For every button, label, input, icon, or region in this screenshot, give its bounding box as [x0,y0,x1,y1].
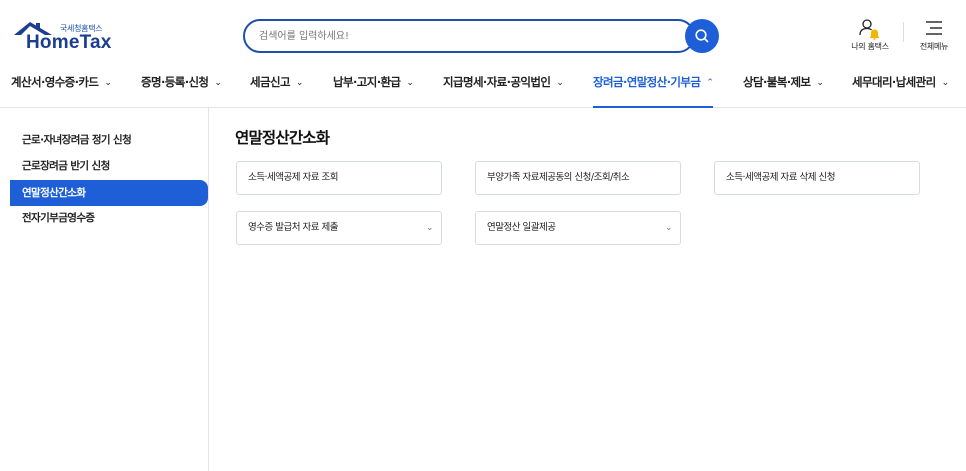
card-label: 소득·세액공제 자료 조회 [248,172,338,183]
nav-item-label: 증명·등록·신청 [141,75,209,89]
nav-item-label: 세금신고 [250,75,291,89]
chevron-down-icon: ⌄ [664,223,673,233]
chevron-up-icon: ⌃ [706,78,714,88]
nav-item-label: 상담·불복·제보 [743,75,811,89]
all-menu-label: 전체메뉴 [919,42,949,51]
yearend-bulk-provide-dropdown[interactable]: 연말정산 일괄제공 ⌄ [475,211,681,245]
nav-item-certificate[interactable]: 증명·등록·신청 ⌄ [141,74,222,107]
nav-item-consultation[interactable]: 상담·불복·제보 ⌄ [743,74,824,107]
chevron-down-icon: ⌄ [816,78,824,88]
nav-item-label: 세무대리·납세관리 [852,75,936,89]
page-title: 연말정산간소화 [235,129,330,147]
search-icon [695,29,709,43]
my-hometax-label: 나의 홈택스 [851,42,889,51]
sidebar-item-yearend-simplified[interactable]: 연말정산간소화 [10,180,208,206]
sidebar-item-donation-receipt[interactable]: 전자기부금영수증 [10,205,208,231]
nav-item-incentive-yearend[interactable]: 장려금·연말정산·기부금 ⌃ [593,74,714,108]
chevron-down-icon: ⌄ [406,78,414,88]
dependent-consent-button[interactable]: 부양가족 자료제공동의 신청/조회/취소 [475,161,681,195]
sidebar-item-incentive-half[interactable]: 근로장려금 반기 신청 [10,153,208,179]
chevron-down-icon: ⌄ [941,78,950,88]
chevron-down-icon: ⌄ [425,223,434,233]
chevron-down-icon: ⌄ [295,78,304,88]
nav-item-label: 지급명세·자료·공익법인 [443,75,551,89]
card-label: 부양가족 자료제공동의 신청/조회/취소 [487,172,630,183]
nav-item-label: 납부·고지·환급 [333,75,401,89]
nav-item-payment-statement[interactable]: 지급명세·자료·공익법인 ⌄ [443,74,564,107]
deduction-data-inquiry-button[interactable]: 소득·세액공제 자료 조회 [236,161,442,195]
nav-item-invoice[interactable]: 계산서·영수증·카드 ⌄ [11,74,112,107]
header-divider [903,22,904,42]
search-bar [243,19,719,53]
card-label: 소득·세액공제 자료 삭제 신청 [726,172,835,183]
nav-item-payment[interactable]: 납부·고지·환급 ⌄ [333,74,414,107]
chevron-down-icon: ⌄ [214,78,222,88]
nav-item-label: 장려금·연말정산·기부금 [593,75,701,89]
deduction-data-delete-button[interactable]: 소득·세액공제 자료 삭제 신청 [714,161,920,195]
user-bell-icon [859,19,879,40]
chevron-down-icon: ⌄ [556,78,564,88]
card-label: 영수증 발급처 자료 제출 [248,222,338,233]
sidebar: 근로·자녀장려금 정기 신청 근로장려금 반기 신청 연말정산간소화 전자기부금… [0,108,209,471]
my-hometax-button[interactable]: 나의 홈택스 [846,18,894,54]
all-menu-button[interactable]: 전체메뉴 [912,18,956,54]
hometax-logo[interactable]: 국세청홈택스 HomeTax [12,20,112,54]
nav-item-label: 계산서·영수증·카드 [11,75,99,89]
receipt-issuer-submit-dropdown[interactable]: 영수증 발급처 자료 제출 ⌄ [236,211,442,245]
logo-title: HomeTax [26,32,112,53]
chevron-down-icon: ⌄ [104,78,112,88]
main-nav: 계산서·영수증·카드 ⌄ 증명·등록·신청 ⌄ 세금신고 ⌄ 납부·고지·환급 ⌄ 지급… [0,68,966,108]
search-button[interactable] [685,19,719,53]
hamburger-icon [926,21,942,35]
sidebar-item-incentive-regular[interactable]: 근로·자녀장려금 정기 신청 [10,127,208,153]
header: 국세청홈택스 HomeTax 나의 홈택스 전체메뉴 [0,0,966,68]
nav-item-tax-agent[interactable]: 세무대리·납세관리 ⌄ [852,74,949,107]
search-input[interactable] [243,19,695,53]
nav-item-tax-filing[interactable]: 세금신고 ⌄ [250,74,303,107]
card-label: 연말정산 일괄제공 [487,222,556,233]
